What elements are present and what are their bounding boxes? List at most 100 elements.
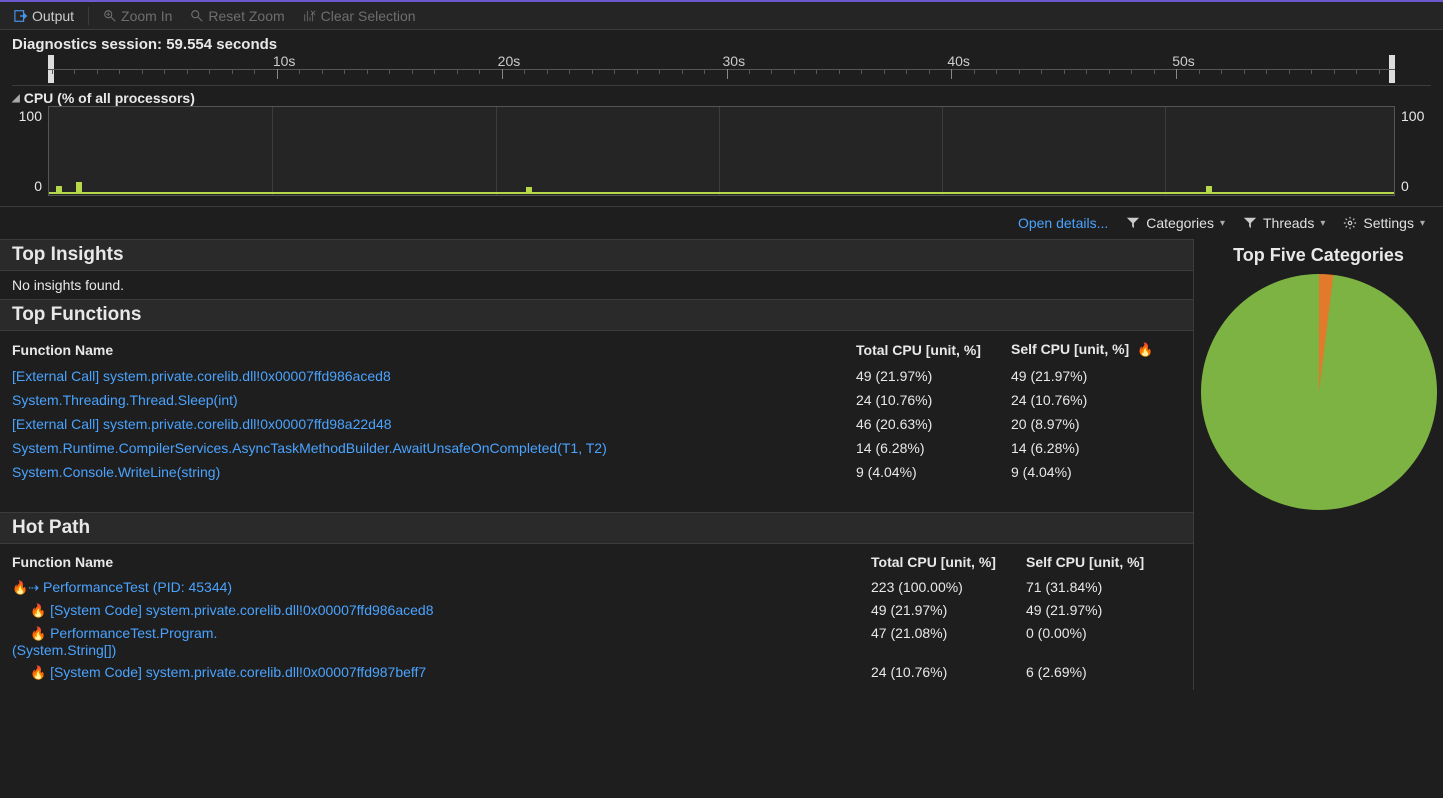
function-link[interactable]: [External Call] system.private.corelib.d…	[12, 368, 391, 384]
session-label: Diagnostics session: 59.554 seconds	[0, 30, 1443, 53]
self-cpu-cell: 49 (21.97%)	[1011, 364, 1181, 388]
flame-icon: 🔥	[30, 603, 46, 618]
ruler-line	[48, 69, 1395, 70]
reset-zoom-icon	[190, 9, 204, 23]
hp-col-self-cpu[interactable]: Self CPU [unit, %]	[1026, 550, 1181, 576]
collapse-icon[interactable]: ◢	[12, 93, 20, 104]
table-row[interactable]: System.Threading.Thread.Sleep(int) 24 (10…	[12, 388, 1181, 412]
cpu-header[interactable]: ◢ CPU (% of all processors)	[12, 86, 1431, 106]
self-cpu-cell: 6 (2.69%)	[1026, 661, 1181, 684]
ruler-tick-label: 40s	[947, 53, 970, 69]
cpu-max-right: 100	[1401, 108, 1431, 124]
flame-icon: 🔥	[30, 665, 46, 680]
categories-title: Top Five Categories	[1200, 239, 1437, 274]
settings-label: Settings	[1363, 215, 1414, 231]
top-functions-table: Function Name Total CPU [unit, %] Self C…	[12, 337, 1181, 484]
cpu-max-left: 100	[12, 108, 42, 124]
flame-icon: 🔥	[30, 626, 46, 641]
zoom-in-label: Zoom In	[121, 8, 172, 24]
reset-zoom-button[interactable]: Reset Zoom	[184, 6, 290, 26]
ruler-tick-label: 10s	[273, 53, 296, 69]
settings-button[interactable]: Settings ▾	[1343, 215, 1425, 231]
categories-label: Categories	[1146, 215, 1214, 231]
self-cpu-cell: 0 (0.00%)	[1026, 622, 1181, 661]
total-cpu-cell: 24 (10.76%)	[871, 661, 1026, 684]
function-link[interactable]: [System Code] system.private.corelib.dll…	[50, 602, 433, 618]
chevron-down-icon: ▾	[1320, 218, 1325, 229]
no-insights-text: No insights found.	[12, 277, 124, 293]
function-link[interactable]: System.Runtime.CompilerServices.AsyncTas…	[12, 440, 607, 456]
total-cpu-cell: 49 (21.97%)	[856, 364, 1011, 388]
table-row[interactable]: 🔥 [System Code] system.private.corelib.d…	[12, 599, 1181, 622]
self-cpu-cell: 9 (4.04%)	[1011, 460, 1181, 484]
self-cpu-cell: 24 (10.76%)	[1011, 388, 1181, 412]
total-cpu-cell: 9 (4.04%)	[856, 460, 1011, 484]
action-bar: Open details... Categories ▾ Threads ▾ S…	[0, 206, 1443, 239]
total-cpu-cell: 47 (21.08%)	[871, 622, 1026, 661]
output-button[interactable]: Output	[8, 6, 80, 26]
table-row[interactable]: 🔥 PerformanceTest.Program.(System.String…	[12, 622, 1181, 661]
top-insights-body: No insights found.	[0, 271, 1193, 299]
categories-pie-chart[interactable]	[1201, 274, 1437, 510]
table-row[interactable]: System.Console.WriteLine(string) 9 (4.04%…	[12, 460, 1181, 484]
self-cpu-cell: 20 (8.97%)	[1011, 412, 1181, 436]
zoom-in-icon	[103, 9, 117, 23]
flame-icon: 🔥	[1137, 342, 1153, 357]
threads-label: Threads	[1263, 215, 1314, 231]
function-link[interactable]: System.Console.WriteLine(string)	[12, 464, 220, 480]
function-link[interactable]: [External Call] system.private.corelib.d…	[12, 416, 392, 432]
table-row[interactable]: 🔥 [System Code] system.private.corelib.d…	[12, 661, 1181, 684]
hot-path-title: Hot Path	[0, 512, 1193, 544]
filter-icon	[1243, 216, 1257, 230]
toolbar-separator	[88, 7, 89, 25]
clear-selection-label: Clear Selection	[321, 8, 416, 24]
total-cpu-cell: 46 (20.63%)	[856, 412, 1011, 436]
flame-icon: 🔥⇢	[12, 580, 39, 595]
self-cpu-cell: 71 (31.84%)	[1026, 576, 1181, 599]
cpu-section: ◢ CPU (% of all processors) 100 0 100 0	[12, 85, 1431, 196]
gear-icon	[1343, 216, 1357, 230]
table-row[interactable]: [External Call] system.private.corelib.d…	[12, 412, 1181, 436]
cpu-title: CPU (% of all processors)	[24, 90, 195, 106]
threads-filter[interactable]: Threads ▾	[1243, 215, 1325, 231]
clear-selection-button[interactable]: Clear Selection	[297, 6, 422, 26]
export-icon	[14, 9, 28, 23]
col-total-cpu[interactable]: Total CPU [unit, %]	[856, 337, 1011, 364]
top-insights-title: Top Insights	[0, 239, 1193, 271]
total-cpu-cell: 223 (100.00%)	[871, 576, 1026, 599]
cpu-axis-left: 100 0	[12, 106, 48, 196]
table-row[interactable]: 🔥⇢ PerformanceTest (PID: 45344) 223 (100.…	[12, 576, 1181, 599]
cpu-min-left: 0	[12, 178, 42, 194]
ruler-tick-label: 30s	[723, 53, 746, 69]
open-details-link[interactable]: Open details...	[1018, 215, 1108, 231]
self-cpu-cell: 14 (6.28%)	[1011, 436, 1181, 460]
col-self-cpu[interactable]: Self CPU [unit, %] 🔥	[1011, 337, 1181, 364]
function-link[interactable]: PerformanceTest.Program.(System.String[]…	[12, 625, 863, 658]
hp-col-total-cpu[interactable]: Total CPU [unit, %]	[871, 550, 1026, 576]
total-cpu-cell: 14 (6.28%)	[856, 436, 1011, 460]
cpu-plot[interactable]	[48, 106, 1395, 196]
clear-selection-icon	[303, 9, 317, 23]
cpu-chart: 100 0 100 0	[12, 106, 1431, 196]
hot-path-table: Function Name Total CPU [unit, %] Self C…	[12, 550, 1181, 684]
chevron-down-icon: ▾	[1220, 218, 1225, 229]
function-link[interactable]: System.Threading.Thread.Sleep(int)	[12, 392, 238, 408]
output-label: Output	[32, 8, 74, 24]
col-function-name[interactable]: Function Name	[12, 337, 856, 364]
ruler-tick-label: 20s	[498, 53, 521, 69]
zoom-in-button[interactable]: Zoom In	[97, 6, 178, 26]
self-cpu-cell: 49 (21.97%)	[1026, 599, 1181, 622]
timeline-ruler[interactable]: 10s 20s 30s 40s 50s	[12, 55, 1431, 85]
table-row[interactable]: [External Call] system.private.corelib.d…	[12, 364, 1181, 388]
top-functions-title: Top Functions	[0, 299, 1193, 331]
hp-col-function-name[interactable]: Function Name	[12, 550, 871, 576]
function-link[interactable]: [System Code] system.private.corelib.dll…	[50, 664, 426, 680]
categories-filter[interactable]: Categories ▾	[1126, 215, 1225, 231]
table-row[interactable]: System.Runtime.CompilerServices.AsyncTas…	[12, 436, 1181, 460]
cpu-min-right: 0	[1401, 178, 1431, 194]
function-link[interactable]: PerformanceTest (PID: 45344)	[43, 579, 232, 595]
total-cpu-cell: 49 (21.97%)	[871, 599, 1026, 622]
categories-panel: Top Five Categories	[1193, 239, 1443, 690]
cpu-line	[49, 192, 1394, 194]
ruler-tick-label: 50s	[1172, 53, 1195, 69]
